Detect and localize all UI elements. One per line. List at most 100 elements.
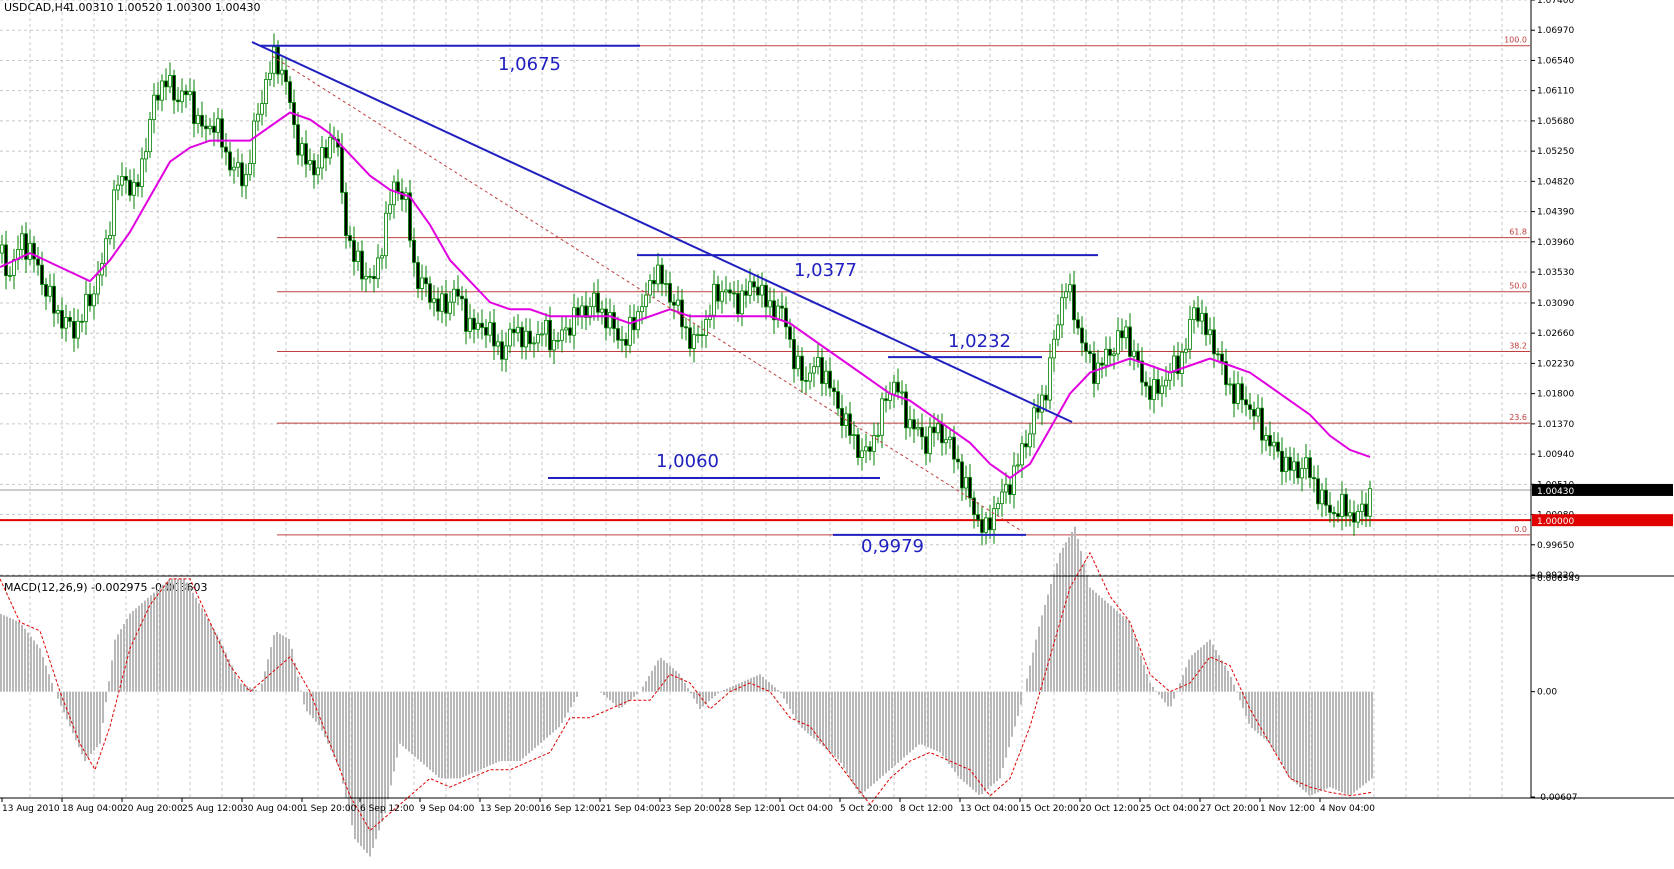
candle-body bbox=[216, 118, 220, 133]
candle-body bbox=[1184, 348, 1188, 353]
candle-body bbox=[512, 328, 516, 334]
candle-body bbox=[1304, 457, 1308, 469]
candle-body bbox=[1152, 379, 1156, 400]
candle-body bbox=[700, 334, 704, 337]
candle-body bbox=[1228, 383, 1232, 386]
candle-body bbox=[1288, 456, 1292, 471]
candle-body bbox=[880, 398, 884, 436]
candle-body bbox=[156, 94, 160, 101]
candle-body bbox=[492, 322, 496, 347]
candle-body bbox=[544, 319, 548, 335]
candle-body bbox=[1364, 503, 1368, 517]
candle-body bbox=[308, 160, 312, 165]
candle-body bbox=[4, 244, 8, 277]
candle-body bbox=[572, 307, 576, 336]
candle-body bbox=[504, 345, 508, 360]
candle-body bbox=[936, 423, 940, 434]
candle-body bbox=[456, 288, 460, 297]
candle-body bbox=[828, 370, 832, 389]
candle-body bbox=[1292, 461, 1296, 471]
candle-body bbox=[732, 292, 736, 295]
candle-body bbox=[852, 434, 856, 437]
time-tick-label: 4 Nov 04:00 bbox=[1320, 804, 1375, 814]
candle-body bbox=[244, 173, 248, 187]
candle-body bbox=[1132, 350, 1136, 357]
time-tick-label: 1 Nov 12:00 bbox=[1260, 804, 1315, 814]
candle-body bbox=[428, 283, 432, 303]
candle-body bbox=[892, 381, 896, 395]
candle-body bbox=[568, 327, 572, 336]
ohlc-label: 1.00310 1.00520 1.00300 1.00430 bbox=[68, 1, 260, 14]
candle-body bbox=[200, 114, 204, 127]
candle-body bbox=[188, 91, 192, 96]
candle-body bbox=[1084, 342, 1088, 352]
candle-body bbox=[956, 458, 960, 463]
candle-body bbox=[1116, 330, 1120, 355]
candle-body bbox=[540, 333, 544, 336]
candle-body bbox=[448, 301, 452, 314]
candle-body bbox=[912, 419, 916, 430]
candle-body bbox=[1316, 478, 1320, 505]
candle-body bbox=[1076, 319, 1080, 329]
candle-body bbox=[616, 328, 620, 341]
price-tick-label: 1.02660 bbox=[1537, 329, 1574, 339]
candle-body bbox=[52, 285, 56, 314]
candle-body bbox=[316, 167, 320, 176]
candle-body bbox=[884, 398, 888, 401]
candle-body bbox=[384, 212, 388, 257]
candle-body bbox=[304, 143, 308, 165]
candle-body bbox=[532, 342, 536, 345]
candle-body bbox=[832, 387, 836, 392]
candle-body bbox=[920, 427, 924, 438]
candle-body bbox=[284, 69, 288, 83]
fib-label: 23.6 bbox=[1509, 413, 1527, 422]
candle-body bbox=[1044, 394, 1048, 401]
candle-body bbox=[1112, 353, 1116, 356]
candle-body bbox=[872, 435, 876, 452]
candle-body bbox=[172, 75, 176, 101]
candle-body bbox=[788, 326, 792, 340]
candle-body bbox=[228, 151, 232, 171]
candle-body bbox=[32, 242, 36, 260]
candle-body bbox=[1096, 362, 1100, 384]
candle-body bbox=[476, 322, 480, 330]
candle-body bbox=[416, 262, 420, 289]
candle-body bbox=[1104, 348, 1108, 366]
candle-body bbox=[1236, 383, 1240, 404]
candle-body bbox=[1204, 312, 1208, 336]
fib-label: 50.0 bbox=[1509, 282, 1527, 291]
candle-body bbox=[20, 233, 24, 250]
candle-body bbox=[168, 75, 172, 88]
candle-body bbox=[1200, 312, 1204, 322]
price-tick-label: 1.01800 bbox=[1537, 390, 1574, 400]
candle-body bbox=[1308, 457, 1312, 478]
candle-body bbox=[344, 192, 348, 236]
candle-body bbox=[268, 72, 272, 80]
annotation-label: 1,0675 bbox=[498, 54, 561, 75]
candle-body bbox=[692, 334, 696, 349]
price-tick-label: 1.06540 bbox=[1537, 56, 1574, 66]
candle-body bbox=[524, 330, 528, 348]
candle-body bbox=[500, 341, 504, 360]
candle-body bbox=[624, 338, 628, 346]
candle-body bbox=[784, 307, 788, 328]
candle-body bbox=[668, 283, 672, 303]
candle-body bbox=[420, 277, 424, 289]
candle-body bbox=[312, 160, 316, 176]
candle-body bbox=[1056, 324, 1060, 340]
candle-body bbox=[664, 283, 668, 285]
candle-body bbox=[248, 163, 252, 175]
candle-body bbox=[996, 503, 1000, 510]
candle-body bbox=[904, 391, 908, 429]
candle-body bbox=[916, 427, 920, 430]
candle-body bbox=[560, 329, 564, 341]
candle-body bbox=[1072, 284, 1076, 321]
candle-body bbox=[460, 295, 464, 300]
candle-body bbox=[820, 357, 824, 384]
candle-body bbox=[240, 162, 244, 187]
candle-body bbox=[412, 239, 416, 263]
candle-body bbox=[1216, 353, 1220, 356]
candle-body bbox=[56, 310, 60, 314]
candle-body bbox=[92, 293, 96, 307]
candle-body bbox=[1272, 441, 1276, 447]
